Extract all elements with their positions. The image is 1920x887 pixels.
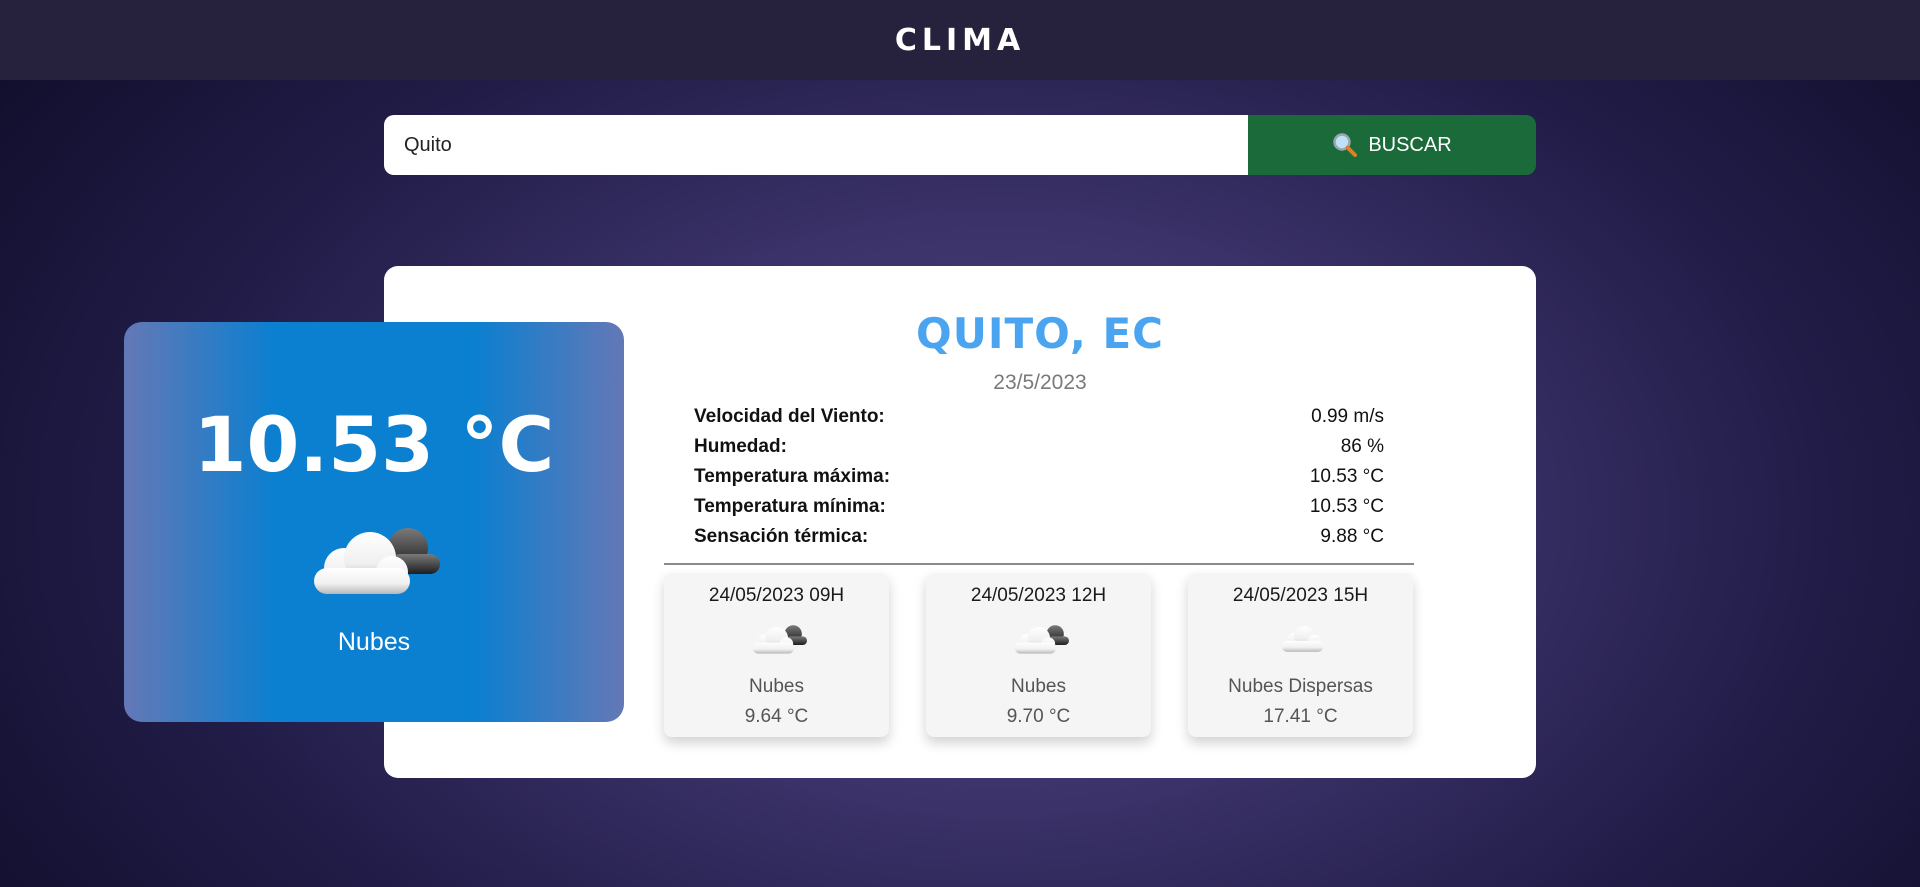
detail-value: 9.88 °C [1320,526,1384,547]
forecast-temperature: 9.64 °C [744,706,809,727]
magnifier-icon [1333,133,1358,157]
forecast-description: Nubes Dispersas [1228,676,1373,697]
detail-row-temp-min: Temperatura mínima: 10.53 °C [694,492,1384,522]
forecast-card: 24/05/2023 09H Nubes 9.64 °C [664,573,889,737]
city-name: QUITO, EC [916,309,1164,358]
detail-label: Sensación térmica: [694,526,869,547]
detail-value: 10.53 °C [1309,496,1384,517]
detail-label: Humedad: [694,436,787,457]
weather-details-list: Velocidad del Viento: 0.99 m/s Humedad: … [694,402,1384,552]
forecast-datetime: 24/05/2023 09H [708,585,845,606]
search-button-label: BUSCAR [1368,133,1452,156]
forecast-datetime: 24/05/2023 12H [970,585,1107,606]
broken-clouds-icon [310,520,440,600]
section-divider [664,563,1414,565]
detail-value: 86 % [1340,436,1384,457]
current-weather-card: 10.53 °C Nubes [124,322,624,722]
city-search-input[interactable] [384,115,1248,175]
forecast-description: Nubes [749,676,804,697]
current-temperature: 10.53 °C [193,400,555,489]
detail-value: 0.99 m/s [1311,406,1384,427]
broken-clouds-icon [751,619,807,659]
detail-row-wind: Velocidad del Viento: 0.99 m/s [694,402,1384,432]
app-title: CLIMA [894,22,1026,58]
scattered-clouds-icon [1275,619,1331,659]
detail-label: Temperatura mínima: [694,496,886,517]
forecast-card: 24/05/2023 15H Nubes Dispersas 17.41 °C [1188,573,1413,737]
forecast-datetime: 24/05/2023 15H [1232,585,1369,606]
broken-clouds-icon [1013,619,1069,659]
forecast-card: 24/05/2023 12H Nubes 9.70 °C [926,573,1151,737]
detail-row-humidity: Humedad: 86 % [694,432,1384,462]
search-bar: BUSCAR [384,115,1536,175]
detail-row-feels-like: Sensación térmica: 9.88 °C [694,522,1384,552]
current-date: 23/5/2023 [993,371,1087,394]
app-header: CLIMA [0,0,1920,80]
forecast-description: Nubes [1011,676,1066,697]
search-button[interactable]: BUSCAR [1248,115,1536,175]
detail-value: 10.53 °C [1309,466,1384,487]
detail-row-temp-max: Temperatura máxima: 10.53 °C [694,462,1384,492]
forecast-temperature: 17.41 °C [1263,706,1338,727]
current-description: Nubes [337,628,411,656]
forecast-temperature: 9.70 °C [1006,706,1071,727]
detail-label: Temperatura máxima: [694,466,891,487]
detail-label: Velocidad del Viento: [694,406,885,427]
